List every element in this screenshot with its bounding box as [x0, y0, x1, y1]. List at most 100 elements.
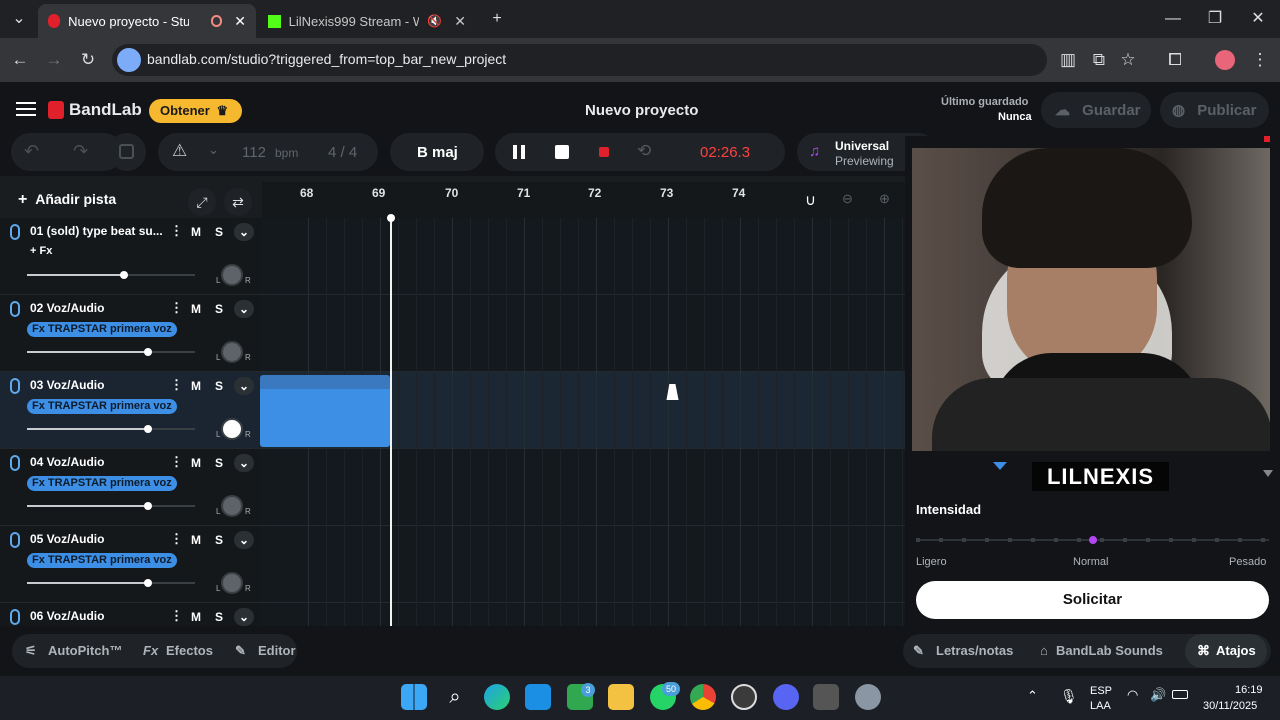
- volume-slider[interactable]: [27, 502, 195, 510]
- track-lane[interactable]: [262, 526, 905, 603]
- obs-icon[interactable]: [731, 684, 757, 710]
- microphone-icon[interactable]: [10, 532, 20, 548]
- publish-button[interactable]: ◍ Publicar: [1160, 92, 1269, 128]
- automation-icon[interactable]: ⤢: [188, 188, 216, 216]
- chevron-up-icon[interactable]: ⌃: [1027, 688, 1038, 704]
- track-header[interactable]: 04 Voz/Audio ⋮ M S ⌄ Fx TRAPSTAR primera voz L…: [0, 449, 262, 526]
- reading-mode-icon[interactable]: ▥: [1055, 47, 1081, 73]
- stop-icon[interactable]: [555, 145, 569, 159]
- lyrics-label[interactable]: Letras/notas: [936, 643, 1013, 658]
- cast-icon[interactable]: ⧉: [1086, 47, 1112, 73]
- profile-avatar[interactable]: [1215, 50, 1235, 70]
- track-settings-icon[interactable]: ⇄: [224, 188, 252, 216]
- track-header[interactable]: 06 Voz/Audio⋮MS⌄LR: [0, 603, 262, 626]
- pan-knob[interactable]: [221, 495, 243, 517]
- extensions-icon[interactable]: ⧠: [1162, 47, 1188, 73]
- pan-knob[interactable]: [221, 341, 243, 363]
- editor-label[interactable]: Editor: [258, 643, 296, 658]
- track-lane[interactable]: [262, 603, 905, 626]
- microphone-icon[interactable]: [10, 378, 20, 394]
- key-selector[interactable]: B maj: [390, 133, 484, 171]
- snap-magnet-icon[interactable]: ∪: [805, 191, 816, 209]
- scroll-down-icon[interactable]: [1263, 470, 1273, 477]
- solo-button[interactable]: S: [209, 300, 229, 318]
- effects-label[interactable]: Efectos: [166, 643, 213, 658]
- solo-button[interactable]: S: [209, 377, 229, 395]
- intensity-heavy[interactable]: Pesado: [1229, 556, 1266, 568]
- track-lane[interactable]: [262, 218, 905, 295]
- add-fx-button[interactable]: + Fx: [30, 245, 52, 257]
- tab-search-icon[interactable]: ⌄: [4, 6, 34, 32]
- mute-button[interactable]: M: [186, 608, 206, 626]
- volume-icon[interactable]: 🔊: [1150, 687, 1166, 703]
- mute-button[interactable]: M: [186, 300, 206, 318]
- track-name[interactable]: 03 Voz/Audio: [30, 378, 104, 392]
- microphone-icon[interactable]: 🎙: [1060, 688, 1078, 705]
- volume-handle[interactable]: [143, 348, 152, 356]
- bpm-value[interactable]: 112: [242, 144, 266, 161]
- file-explorer-icon[interactable]: [608, 684, 634, 710]
- metronome-button[interactable]: [108, 133, 146, 171]
- fx-preset-badge[interactable]: Fx TRAPSTAR primera voz: [27, 553, 177, 568]
- loop-icon[interactable]: ⟲: [637, 141, 651, 161]
- tab-stream[interactable]: LilNexis999 Stream - Watch 🔇 ✕: [258, 4, 476, 38]
- chrome-icon[interactable]: [690, 684, 716, 710]
- volume-slider[interactable]: [27, 425, 195, 433]
- solo-button[interactable]: S: [209, 608, 229, 626]
- redo-icon[interactable]: ↷: [73, 141, 88, 162]
- track-options-icon[interactable]: ⋮: [170, 300, 183, 316]
- volume-handle[interactable]: [143, 425, 152, 433]
- close-window-icon[interactable]: ✕: [1243, 6, 1273, 32]
- battery-icon[interactable]: [1172, 690, 1188, 699]
- solo-button[interactable]: S: [209, 223, 229, 241]
- track-header[interactable]: 03 Voz/Audio ⋮ M S ⌄ Fx TRAPSTAR primera voz L…: [0, 372, 262, 449]
- site-info-icon[interactable]: [117, 48, 141, 72]
- save-button[interactable]: ☁ Guardar: [1041, 92, 1151, 128]
- track-name[interactable]: 02 Voz/Audio: [30, 301, 104, 315]
- undo-icon[interactable]: ↶: [24, 141, 39, 162]
- track-name[interactable]: 05 Voz/Audio: [30, 532, 104, 546]
- track-header[interactable]: 01 (sold) type beat su... ⋮ M S ⌄ + Fx L R: [0, 218, 262, 295]
- track-options-icon[interactable]: ⋮: [170, 223, 183, 239]
- track-options-icon[interactable]: ⋮: [170, 608, 183, 624]
- timeline-ruler[interactable]: 68 69 70 71 72 73 74 ∪ ⊖ ⊕: [262, 182, 905, 218]
- fx-preset-badge[interactable]: Fx TRAPSTAR primera voz: [27, 476, 177, 491]
- back-icon[interactable]: ←: [7, 47, 33, 73]
- pan-knob[interactable]: [221, 572, 243, 594]
- volume-slider[interactable]: [27, 271, 195, 279]
- chevron-down-icon[interactable]: ⌄: [234, 608, 254, 626]
- chevron-down-icon[interactable]: ⌄: [234, 454, 254, 472]
- bookmark-star-icon[interactable]: ☆: [1115, 47, 1141, 73]
- mute-button[interactable]: M: [186, 377, 206, 395]
- microphone-icon[interactable]: [10, 455, 20, 471]
- track-header[interactable]: 05 Voz/Audio ⋮ M S ⌄ Fx TRAPSTAR primera voz L…: [0, 526, 262, 603]
- app-icon[interactable]: [813, 684, 839, 710]
- project-title[interactable]: Nuevo proyecto: [585, 102, 698, 119]
- time-signature[interactable]: 4 / 4: [328, 144, 357, 161]
- playhead[interactable]: [387, 214, 395, 626]
- chevron-down-icon[interactable]: ⌄: [234, 377, 254, 395]
- obtener-button[interactable]: Obtener ♛: [149, 99, 242, 123]
- expand-arrow-icon[interactable]: [993, 462, 1007, 470]
- discord-icon[interactable]: [773, 684, 799, 710]
- track-name[interactable]: 04 Voz/Audio: [30, 455, 104, 469]
- tab-studio[interactable]: Nuevo proyecto - Studio ✕: [38, 4, 256, 38]
- store-icon[interactable]: [525, 684, 551, 710]
- bandlab-logo[interactable]: BandLab: [48, 100, 142, 120]
- microphone-icon[interactable]: [10, 224, 20, 240]
- volume-handle[interactable]: [143, 502, 152, 510]
- clock-date[interactable]: 30/11/2025: [1203, 700, 1257, 712]
- volume-slider[interactable]: [27, 348, 195, 356]
- audio-region[interactable]: [260, 375, 390, 447]
- volume-handle[interactable]: [143, 579, 152, 587]
- track-header[interactable]: 02 Voz/Audio ⋮ M S ⌄ Fx TRAPSTAR primera voz L…: [0, 295, 262, 372]
- reload-icon[interactable]: ↻: [75, 47, 101, 73]
- track-options-icon[interactable]: ⋮: [170, 531, 183, 547]
- autopitch-label[interactable]: AutoPitch™: [48, 643, 122, 658]
- maximize-icon[interactable]: ❐: [1200, 6, 1230, 32]
- mute-button[interactable]: M: [186, 454, 206, 472]
- menu-icon[interactable]: ⋮: [1247, 47, 1273, 73]
- request-button[interactable]: Solicitar: [916, 581, 1269, 619]
- mute-button[interactable]: M: [186, 531, 206, 549]
- microphone-icon[interactable]: [10, 609, 20, 625]
